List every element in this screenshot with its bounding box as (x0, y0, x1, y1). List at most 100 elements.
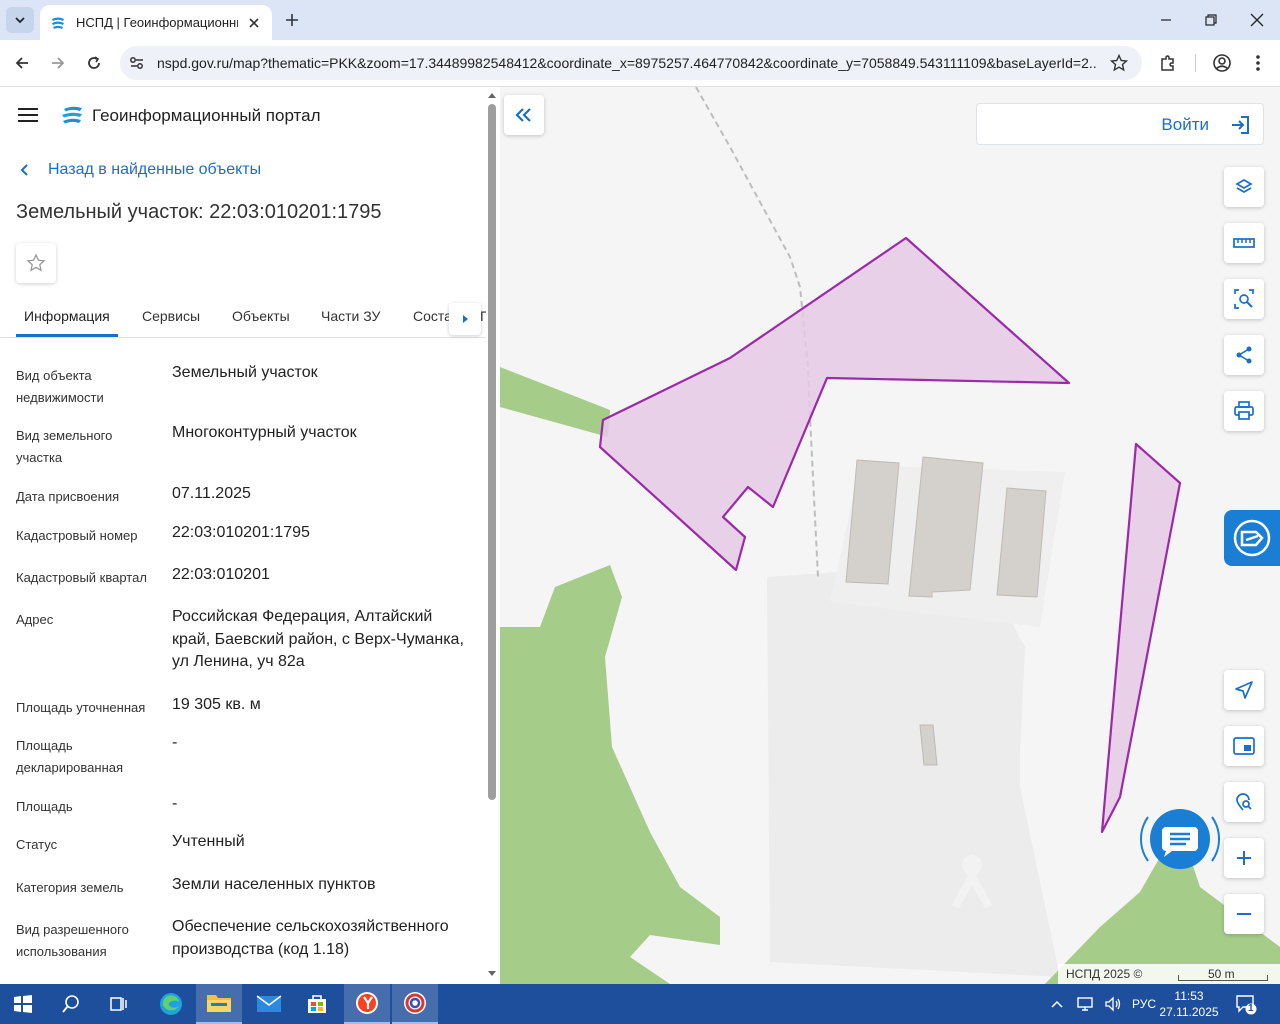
star-icon (26, 253, 46, 272)
attribute-label: Кадастровый номер (16, 528, 138, 543)
volume-icon[interactable] (1104, 996, 1122, 1012)
hamburger-menu-icon[interactable] (18, 107, 38, 123)
reload-button[interactable] (82, 51, 106, 75)
attribute-label: Площадь уточненная (16, 700, 146, 715)
picture-in-picture-icon (1233, 737, 1255, 755)
puzzle-icon (1161, 55, 1174, 71)
clock[interactable]: 11:53 27.11.2025 (1154, 988, 1224, 1020)
land-parcel-contour[interactable] (1100, 442, 1182, 834)
app-c-icon (404, 992, 426, 1014)
restore-button[interactable] (1199, 8, 1223, 32)
attribute-value: 22:03:010201:1795 (172, 524, 310, 541)
back-to-results-link[interactable]: Назад в найденные объекты (18, 161, 261, 179)
menu-button[interactable] (1246, 51, 1270, 75)
tab-composition[interactable]: Соста (413, 308, 452, 324)
collapse-panel-button[interactable] (504, 95, 544, 135)
chevron-up-icon[interactable] (1050, 999, 1064, 1009)
search-button[interactable] (48, 984, 94, 1024)
attribute-label: Вид земельного участка (16, 428, 113, 465)
attribute-value: Учтенный (172, 833, 245, 850)
scroll-down-arrow-icon[interactable] (487, 970, 497, 978)
attribute-value: 07.11.2025 (172, 485, 251, 502)
portal-title: Геоинформационный портал (92, 106, 321, 125)
print-button[interactable] (1224, 391, 1264, 431)
share-button[interactable] (1224, 335, 1264, 375)
geolocation-button[interactable] (1224, 670, 1264, 710)
task-view-icon (110, 997, 127, 1011)
chevron-left-icon (20, 164, 28, 176)
scrollbar-thumb[interactable] (488, 104, 496, 800)
tab-objects[interactable]: Объекты (232, 308, 290, 324)
attribute-value: 19 305 кв. м (172, 696, 261, 713)
chat-button[interactable] (1138, 797, 1222, 881)
tabs-scroll-right-button[interactable] (449, 303, 481, 335)
edge-browser-icon (160, 993, 182, 1015)
taskbar-mail[interactable] (246, 984, 292, 1024)
network-icon[interactable] (1076, 996, 1094, 1012)
location-search-button[interactable] (1224, 782, 1264, 822)
location-search-icon (1236, 793, 1252, 811)
minus-icon (1237, 913, 1251, 915)
browser-tab[interactable]: НСПД | Геоинформационный (40, 5, 272, 40)
notifications-button[interactable]: 1 (1226, 984, 1266, 1024)
zoom-out-button[interactable] (1224, 894, 1264, 934)
attribute-value: Российская Федерация, Алтайский край, Ба… (172, 608, 464, 670)
arrow-right-icon (52, 57, 65, 69)
tab-parcel-parts[interactable]: Части ЗУ (321, 308, 380, 324)
side-service-button[interactable] (1224, 510, 1280, 566)
browser-tab-bar: НСПД | Геоинформационный (0, 0, 1280, 40)
folder-icon (207, 995, 231, 1012)
attribute-value: 22:03:010201 (172, 566, 270, 583)
close-window-button[interactable] (1245, 8, 1269, 32)
favorite-button[interactable] (16, 243, 56, 283)
new-tab-icon[interactable] (282, 10, 302, 30)
language-indicator[interactable]: РУС (1132, 997, 1156, 1011)
restore-icon (1205, 14, 1217, 26)
back-link-label: Назад в найденные объекты (48, 161, 262, 178)
extensions-button[interactable] (1156, 51, 1180, 75)
forward-button[interactable] (46, 51, 70, 75)
minimap-button[interactable] (1224, 726, 1264, 766)
green-area (500, 565, 720, 984)
arrow-left-icon (15, 57, 28, 69)
area-search-icon (1234, 289, 1254, 309)
layers-button[interactable] (1224, 167, 1264, 207)
attribute-value: Обеспечение сельскохозяйственного произв… (172, 918, 449, 958)
url-text[interactable]: nspd.gov.ru/map?thematic=PKK&zoom=17.344… (157, 55, 1097, 71)
taskbar-store[interactable] (294, 984, 340, 1024)
info-panel: Геоинформационный портал Назад в найденн… (0, 87, 500, 984)
tab-information[interactable]: Информация (24, 308, 110, 324)
taskbar-chrome-app[interactable] (392, 984, 438, 1024)
scale-bar (1178, 975, 1268, 981)
zoom-in-button[interactable] (1224, 838, 1264, 878)
profile-button[interactable] (1210, 51, 1234, 75)
measure-button[interactable] (1224, 223, 1264, 263)
tab-close-icon[interactable] (246, 15, 262, 31)
scroll-up-arrow-icon[interactable] (487, 91, 497, 99)
site-settings-icon[interactable] (128, 54, 146, 72)
taskbar-yandex[interactable] (344, 984, 390, 1024)
back-button[interactable] (10, 51, 34, 75)
tab-title: НСПД | Геоинформационный (76, 15, 238, 30)
start-button[interactable] (0, 984, 46, 1024)
attribution-text[interactable]: НСПД 2025 © (1066, 967, 1142, 981)
browser-toolbar: nspd.gov.ru/map?thematic=PKK&zoom=17.344… (0, 40, 1280, 87)
taskbar-edge[interactable] (148, 984, 194, 1024)
bookmark-star-icon[interactable] (1110, 54, 1128, 72)
mail-icon (256, 995, 282, 1012)
info-tabs: Информация Сервисы Объекты Части ЗУ Сост… (0, 294, 486, 338)
address-bar[interactable]: nspd.gov.ru/map?thematic=PKK&zoom=17.344… (120, 46, 1142, 80)
attribute-label: Площадь (16, 799, 73, 814)
tab-services[interactable]: Сервисы (142, 308, 200, 324)
attribute-label: Вид разрешенного использования (16, 922, 129, 959)
task-view-button[interactable] (96, 984, 142, 1024)
chevron-down-icon (15, 17, 25, 24)
navigation-arrow-icon (1235, 681, 1253, 699)
minimize-button[interactable] (1154, 8, 1178, 32)
taskbar-file-explorer[interactable] (196, 984, 242, 1024)
tab-search-button[interactable] (6, 7, 34, 33)
active-tab-indicator (16, 334, 118, 337)
green-area (500, 367, 610, 437)
select-area-button[interactable] (1224, 279, 1264, 319)
login-button[interactable]: Войти (976, 103, 1264, 145)
